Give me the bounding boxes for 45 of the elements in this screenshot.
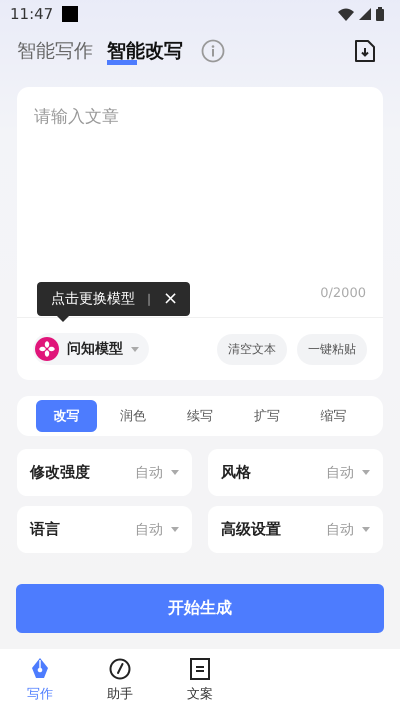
tooltip-text: 点击更换模型 (51, 290, 135, 308)
notification-icon (62, 6, 78, 22)
status-time: 11:47 (10, 5, 54, 23)
caret-icon (171, 527, 179, 532)
caret-icon (171, 470, 179, 475)
setting-dropdown[interactable]: 风格 自动 (208, 449, 383, 496)
mode-tab[interactable]: 润色 (102, 400, 164, 432)
pen-icon (30, 658, 50, 680)
setting-value: 自动 (326, 464, 354, 482)
action-button[interactable]: 一键粘贴 (297, 334, 367, 364)
flower-icon (35, 337, 59, 361)
setting-dropdown[interactable]: 修改强度 自动 (17, 449, 192, 496)
setting-value: 自动 (326, 520, 354, 538)
signal-icon (359, 8, 371, 20)
nav-tab[interactable]: 文案 (160, 649, 240, 711)
caret-icon (131, 346, 139, 352)
setting-label: 修改强度 (30, 463, 90, 482)
article-input[interactable]: 请输入文章 (17, 87, 383, 286)
document-icon (190, 658, 210, 680)
nav-tab[interactable]: 助手 (80, 649, 160, 711)
setting-dropdown[interactable]: 语言 自动 (17, 506, 192, 553)
mode-tab[interactable]: 续写 (169, 400, 230, 432)
setting-value: 自动 (135, 520, 163, 538)
compass-icon (109, 658, 131, 680)
mode-tab[interactable]: 扩写 (236, 400, 298, 432)
wifi-icon (338, 8, 354, 20)
download-icon[interactable] (354, 39, 376, 63)
mode-tab[interactable]: 缩写 (303, 400, 364, 432)
setting-dropdown[interactable]: 高级设置 自动 (208, 506, 383, 553)
setting-label: 风格 (221, 463, 251, 482)
start-button[interactable]: 开始生成 (16, 584, 384, 633)
setting-label: 语言 (30, 520, 60, 539)
nav-tab[interactable]: 写作 (0, 649, 80, 711)
setting-value: 自动 (135, 464, 163, 482)
mode-tab[interactable]: 改写 (36, 400, 97, 432)
setting-label: 高级设置 (221, 520, 281, 539)
caret-icon (362, 470, 370, 475)
separator: | (147, 292, 152, 306)
close-button[interactable]: × (163, 290, 178, 308)
model-selector[interactable]: 问知模型 (33, 333, 149, 365)
battery-icon (376, 7, 384, 21)
action-button[interactable]: 清空文本 (217, 334, 287, 364)
header-tab[interactable]: 智能写作 (17, 34, 93, 68)
caret-icon (362, 527, 370, 532)
char-counter: 0/2000 (319, 286, 367, 303)
